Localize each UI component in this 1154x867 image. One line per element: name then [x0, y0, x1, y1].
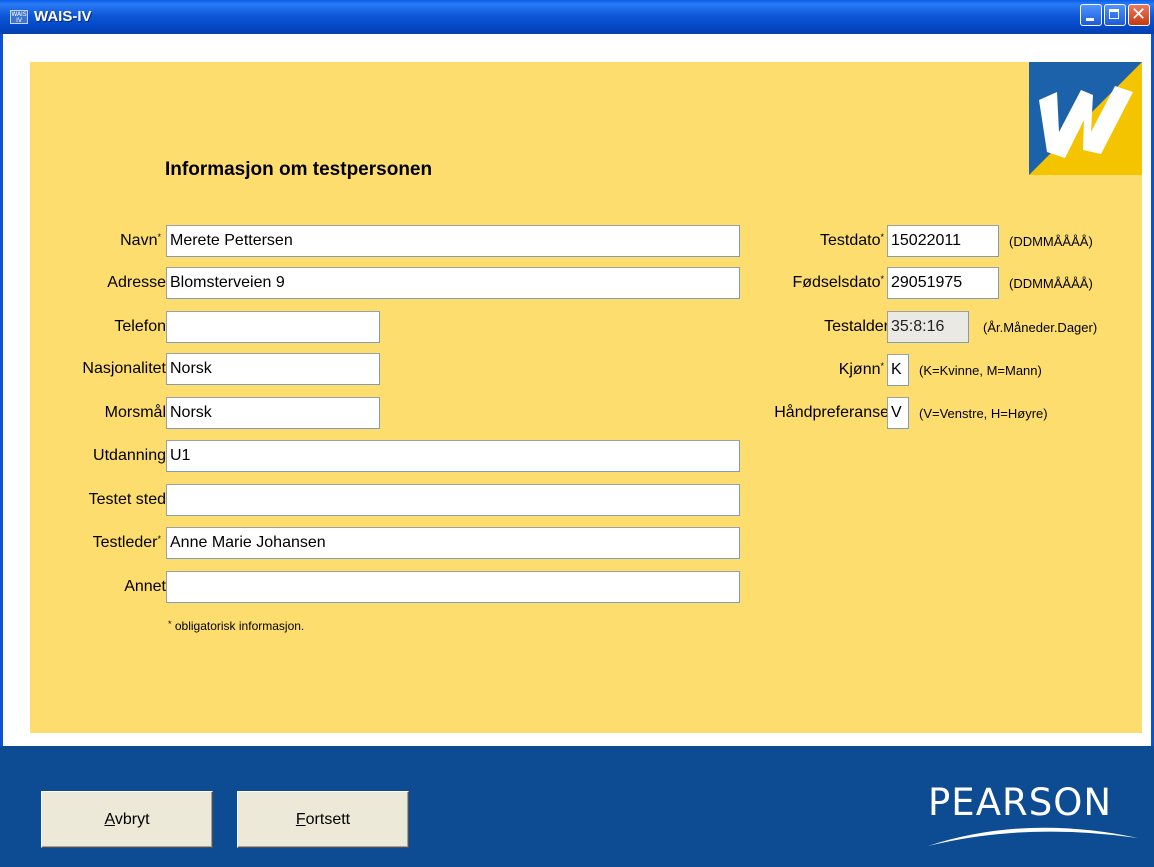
- minimize-icon: [1086, 18, 1094, 21]
- morsm-l-input[interactable]: Norsk: [166, 397, 380, 429]
- maximize-icon: [1109, 9, 1119, 19]
- morsm-l-label: Morsmål: [104, 404, 166, 421]
- telefon-input[interactable]: [166, 311, 380, 343]
- nasjonalitet-label: Nasjonalitet: [82, 360, 166, 377]
- continue-accel: F: [295, 811, 306, 828]
- adresse-input[interactable]: Blomsterveien 9: [166, 267, 740, 299]
- minimize-button[interactable]: [1080, 4, 1102, 26]
- testdato-input[interactable]: 15022011: [887, 225, 999, 257]
- required-asterisk: *: [168, 619, 172, 629]
- cancel-label: vbryt: [114, 811, 150, 828]
- title-bar[interactable]: WAIS IV WAIS-IV ✕: [0, 0, 1154, 35]
- navn-input[interactable]: Merete Pettersen: [166, 225, 740, 257]
- f-dselsdato-hint: (DDMMÅÅÅÅ): [1009, 276, 1093, 291]
- utdanning-label: Utdanning: [93, 447, 166, 464]
- maximize-button[interactable]: [1104, 4, 1126, 26]
- cancel-button[interactable]: Avbryt: [41, 791, 213, 848]
- testalder-input: 35:8:16: [887, 311, 969, 343]
- window-title: WAIS-IV: [34, 8, 92, 25]
- wais-logo: [1029, 62, 1142, 175]
- required-note-text: obligatorisk informasjon.: [174, 619, 305, 633]
- pearson-swoosh-icon: [928, 827, 1138, 846]
- close-button[interactable]: ✕: [1128, 4, 1150, 26]
- app-icon: WAIS IV: [10, 10, 28, 24]
- testalder-hint: (År.Måneder.Dager): [983, 320, 1098, 335]
- kj-nn-hint: (K=Kvinne, M=Mann): [919, 363, 1042, 378]
- continue-label: ortsett: [305, 811, 351, 828]
- required-note: * obligatorisk informasjon.: [168, 619, 304, 633]
- testet-sted-input[interactable]: [166, 484, 740, 516]
- kj-nn-input[interactable]: K: [887, 354, 909, 386]
- nasjonalitet-input[interactable]: Norsk: [166, 353, 380, 385]
- telefon-label: Telefon: [114, 318, 166, 335]
- testalder-label: Testalder: [824, 318, 889, 335]
- continue-button[interactable]: Fortsett: [237, 791, 409, 848]
- cancel-accel: A: [104, 811, 115, 828]
- page-title: Informasjon om testpersonen: [165, 159, 433, 180]
- adresse-label: Adresse: [107, 274, 166, 291]
- f-dselsdato-label: Fødselsdato*: [792, 274, 884, 291]
- annet-input[interactable]: [166, 571, 740, 603]
- h-ndpreferanse-input[interactable]: V: [887, 397, 909, 429]
- testleder-input[interactable]: Anne Marie Johansen: [166, 527, 740, 559]
- close-icon: ✕: [1131, 4, 1147, 25]
- testdato-label: Testdato*: [820, 232, 884, 249]
- h-ndpreferanse-hint: (V=Venstre, H=Høyre): [919, 406, 1048, 421]
- testdato-hint: (DDMMÅÅÅÅ): [1009, 234, 1093, 249]
- utdanning-input[interactable]: U1: [166, 440, 740, 472]
- navn-label: Navn*: [120, 232, 161, 249]
- kj-nn-label: Kjønn*: [838, 361, 884, 378]
- testleder-label: Testleder*: [92, 534, 161, 551]
- annet-label: Annet: [124, 578, 166, 595]
- testet-sted-label: Testet sted: [88, 491, 166, 508]
- f-dselsdato-input[interactable]: 29051975: [887, 267, 999, 299]
- h-ndpreferanse-label: Håndpreferanse: [774, 404, 889, 421]
